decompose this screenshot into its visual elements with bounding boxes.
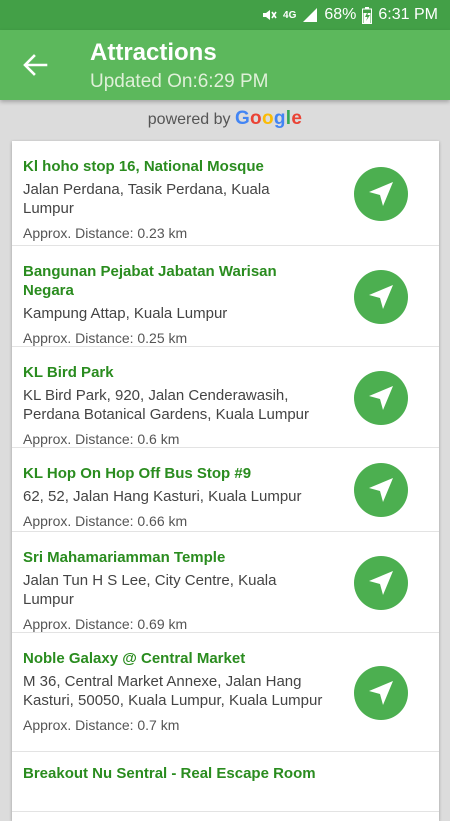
google-logo: Google <box>234 108 303 129</box>
battery-percent: 68% <box>324 6 357 23</box>
place-distance: Approx. Distance: 0.66 km <box>23 513 188 529</box>
place-address: Kampung Attap, Kuala Lumpur <box>23 305 228 322</box>
navigation-arrow-icon <box>369 571 393 595</box>
attractions-list: Kl hoho stop 16, National Mosque Jalan Pe… <box>12 141 439 821</box>
navigate-button[interactable] <box>354 270 408 324</box>
place-distance: Approx. Distance: 0.69 km <box>23 616 188 632</box>
navigation-arrow-icon <box>369 386 393 410</box>
place-details: Kl hoho stop 16, National Mosque Jalan Pe… <box>23 157 323 242</box>
navigation-arrow-icon <box>369 681 393 705</box>
list-item[interactable]: Bangunan Pejabat Jabatan Warisan Negara K… <box>12 246 439 347</box>
status-bar: 4G 68% 6:31 PM <box>0 0 450 30</box>
place-address: Jalan Tun H S Lee, City Centre, Kuala Lu… <box>23 572 277 608</box>
place-distance: Approx. Distance: 0.25 km <box>23 330 188 346</box>
list-item[interactable]: KL Hop On Hop Off Bus Stop #9 62, 52, Jal… <box>12 448 439 532</box>
navigation-arrow-icon <box>369 478 393 502</box>
place-distance: Approx. Distance: 0.6 km <box>23 431 180 447</box>
navigate-button[interactable] <box>354 556 408 610</box>
place-address: M 36, Central Market Annexe, Jalan Hang … <box>23 673 323 709</box>
place-name: KL Bird Park <box>23 364 114 381</box>
place-address: 62, 52, Jalan Hang Kasturi, Kuala Lumpur <box>23 488 302 505</box>
battery-icon <box>362 6 373 24</box>
place-distance: Approx. Distance: 0.7 km <box>23 717 180 733</box>
navigate-button[interactable] <box>354 666 408 720</box>
place-name: Kl hoho stop 16, National Mosque <box>23 158 264 175</box>
place-distance: Approx. Distance: 0.23 km <box>23 225 188 241</box>
navigate-button[interactable] <box>354 371 408 425</box>
list-item[interactable]: Kl hoho stop 16, National Mosque Jalan Pe… <box>12 141 439 246</box>
clock: 6:31 PM <box>378 6 438 23</box>
navigation-arrow-icon <box>369 285 393 309</box>
network-type: 4G <box>283 9 297 21</box>
navigate-button[interactable] <box>354 167 408 221</box>
place-details: Bangunan Pejabat Jabatan Warisan Negara K… <box>23 262 323 347</box>
place-details: Noble Galaxy @ Central Market M 36, Centr… <box>23 649 323 734</box>
place-name: Breakout Nu Sentral - Real Escape Room <box>23 765 316 782</box>
powered-by-google: powered by Google <box>0 108 450 130</box>
place-name: KL Hop On Hop Off Bus Stop #9 <box>23 465 252 482</box>
place-details: Breakout Nu Sentral - Real Escape Room <box>23 764 323 783</box>
place-details: Sri Mahamariamman Temple Jalan Tun H S Le… <box>23 548 323 633</box>
place-address: KL Bird Park, 920, Jalan Cenderawasih, P… <box>23 387 310 423</box>
place-address: Jalan Perdana, Tasik Perdana, Kuala Lump… <box>23 181 270 217</box>
place-name: Bangunan Pejabat Jabatan Warisan Negara <box>23 263 277 299</box>
navigate-button[interactable] <box>354 463 408 517</box>
place-name: Noble Galaxy @ Central Market <box>23 650 246 667</box>
mute-icon <box>261 7 277 23</box>
app-bar: Attractions Updated On:6:29 PM <box>0 30 450 100</box>
list-item[interactable]: KL Bird Park KL Bird Park, 920, Jalan Cen… <box>12 347 439 448</box>
back-arrow-icon[interactable] <box>22 52 48 78</box>
signal-icon <box>302 7 318 23</box>
place-details: KL Bird Park KL Bird Park, 920, Jalan Cen… <box>23 363 323 448</box>
page-title: Attractions <box>90 39 217 66</box>
powered-by-label: powered by <box>147 111 231 128</box>
list-item[interactable]: Sri Mahamariamman Temple Jalan Tun H S Le… <box>12 532 439 633</box>
place-name: Sri Mahamariamman Temple <box>23 549 226 566</box>
list-item[interactable]: Breakout Nu Sentral - Real Escape Room <box>12 752 439 812</box>
place-details: KL Hop On Hop Off Bus Stop #9 62, 52, Jal… <box>23 464 323 530</box>
updated-time: Updated On:6:29 PM <box>90 71 269 92</box>
list-item[interactable]: Noble Galaxy @ Central Market M 36, Centr… <box>12 633 439 752</box>
navigation-arrow-icon <box>369 182 393 206</box>
